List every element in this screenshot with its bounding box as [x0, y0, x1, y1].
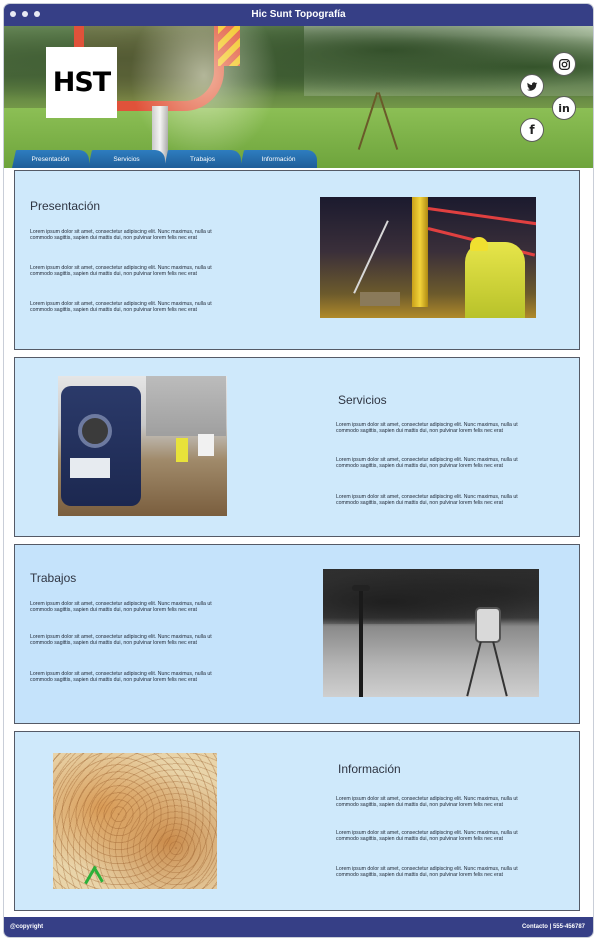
photo-grass-field-bw [323, 569, 539, 697]
section-title: Información [338, 762, 401, 776]
footer: @copyright Contacto | 555-456787 [4, 917, 593, 937]
section-paragraph: Lorem ipsum dolor sit amet, consectetur … [336, 830, 518, 843]
photo-topographic-map [53, 753, 217, 889]
section-title: Presentación [30, 199, 101, 213]
browser-window: Hic Sunt Topografía HST in f Presentació… [4, 4, 593, 937]
title-bar: Hic Sunt Topografía [4, 4, 593, 26]
section-paragraph: Lorem ipsum dolor sit amet, consectetur … [336, 422, 518, 435]
section-paragraph: Lorem ipsum dolor sit amet, consectetur … [30, 634, 212, 647]
banner-tripod-image [359, 81, 399, 151]
section-paragraph: Lorem ipsum dolor sit amet, consectetur … [30, 671, 212, 684]
section-paragraph: Lorem ipsum dolor sit amet, consectetur … [30, 301, 212, 314]
section-paragraph: Lorem ipsum dolor sit amet, consectetur … [30, 265, 212, 278]
section-paragraph: Lorem ipsum dolor sit amet, consectetur … [336, 866, 518, 879]
photo-bridge-night-survey [320, 197, 536, 318]
instagram-icon[interactable] [552, 52, 576, 76]
tab-informacion[interactable]: Información [240, 150, 317, 168]
facebook-icon[interactable]: f [520, 118, 544, 142]
header-banner: HST in f [4, 26, 593, 168]
section-paragraph: Lorem ipsum dolor sit amet, consectetur … [30, 229, 212, 242]
photo-total-station-site [58, 376, 227, 516]
main-nav: Presentación Servicios Trabajos Informac… [4, 150, 317, 168]
contact-link[interactable]: Contacto | 555-456787 [522, 924, 585, 930]
twitter-icon[interactable] [520, 74, 544, 98]
tab-servicios[interactable]: Servicios [88, 150, 165, 168]
section-paragraph: Lorem ipsum dolor sit amet, consectetur … [336, 494, 518, 507]
copyright-text: @copyright [10, 924, 44, 930]
section-servicios: Servicios Lorem ipsum dolor sit amet, co… [14, 357, 580, 537]
tab-trabajos[interactable]: Trabajos [164, 150, 241, 168]
site-logo[interactable]: HST [46, 47, 117, 118]
linkedin-icon[interactable]: in [552, 96, 576, 120]
section-paragraph: Lorem ipsum dolor sit amet, consectetur … [336, 796, 518, 809]
tab-presentacion[interactable]: Presentación [12, 150, 89, 168]
section-informacion: Información Lorem ipsum dolor sit amet, … [14, 731, 580, 911]
section-trabajos: Trabajos Lorem ipsum dolor sit amet, con… [14, 544, 580, 724]
window-title: Hic Sunt Topografía [251, 9, 346, 20]
section-paragraph: Lorem ipsum dolor sit amet, consectetur … [30, 601, 212, 614]
logo-text: HST [52, 67, 111, 98]
section-paragraph: Lorem ipsum dolor sit amet, consectetur … [336, 457, 518, 470]
section-title: Servicios [338, 393, 387, 407]
section-title: Trabajos [30, 571, 77, 585]
section-presentacion: Presentación Lorem ipsum dolor sit amet,… [14, 170, 580, 350]
